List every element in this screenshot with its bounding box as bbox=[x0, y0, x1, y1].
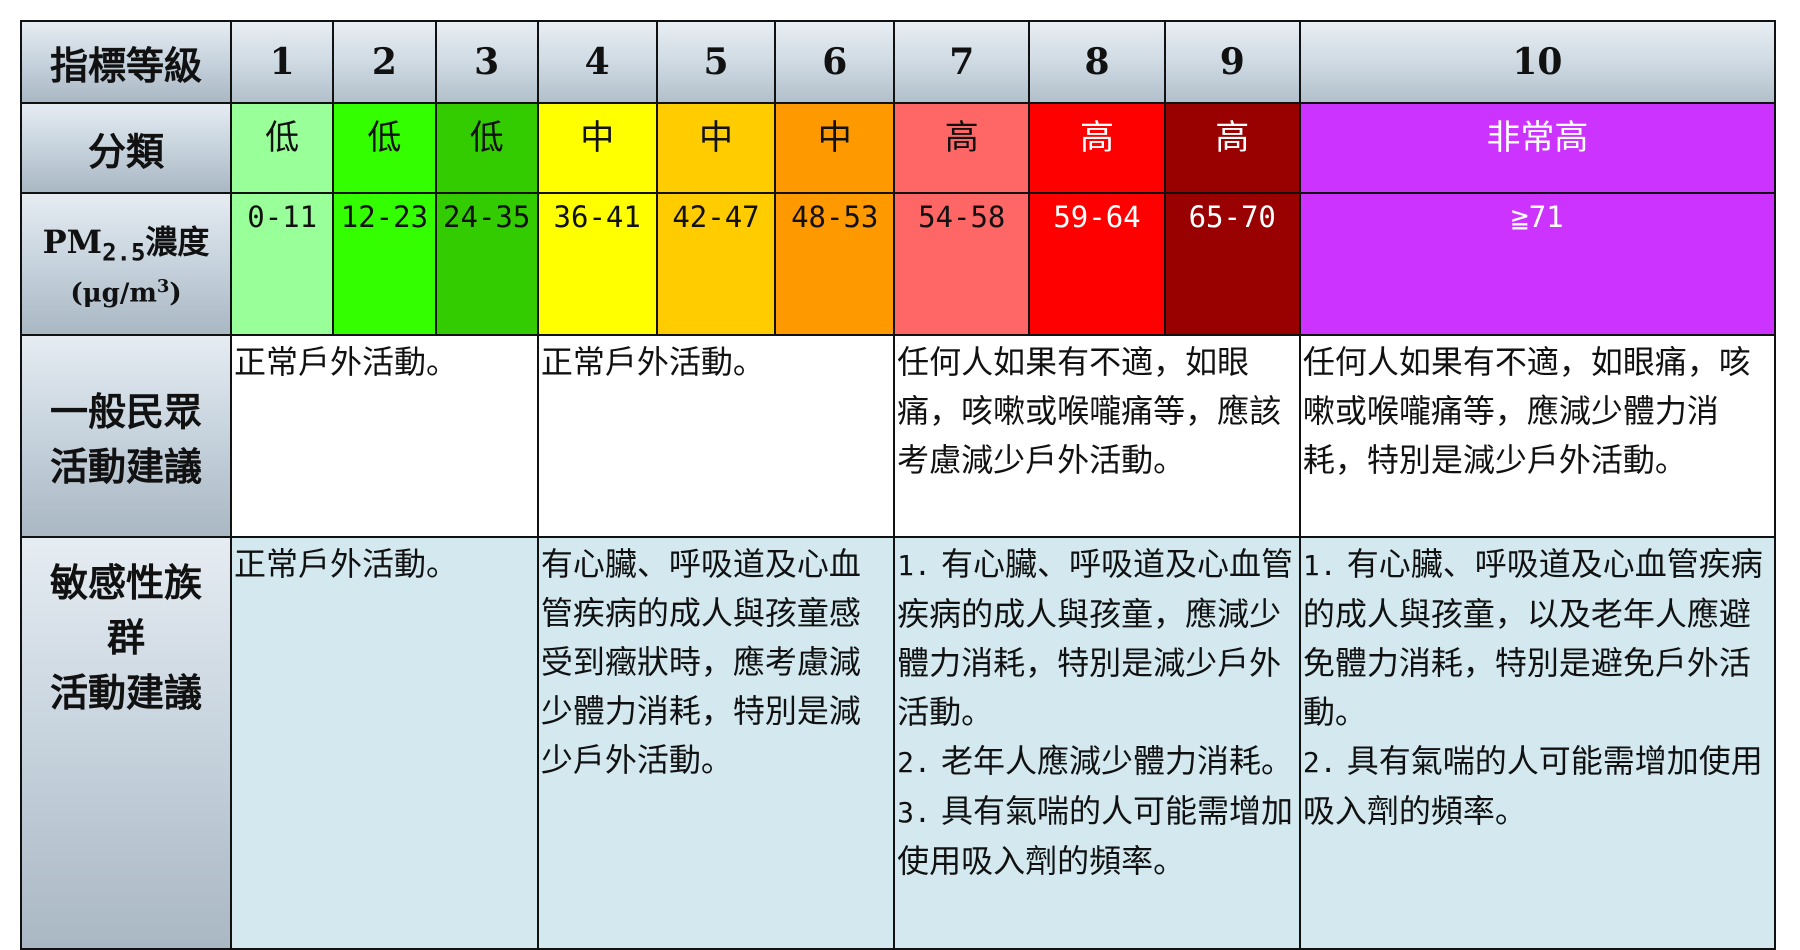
level-header: 指標等級 bbox=[19, 20, 233, 104]
level-number-1: 1 bbox=[230, 20, 335, 104]
category-cell-6: 中 bbox=[774, 102, 896, 194]
sensitive-advice-row: 敏感性族 群 活動建議 正常戶外活動。 有心臟、呼吸道及心血管疾病的成人與孩童感… bbox=[19, 536, 1777, 950]
general-advice-low: 正常戶外活動。 bbox=[230, 334, 539, 538]
pm25-range-4: 36-41 bbox=[536, 192, 658, 336]
category-cell-4: 中 bbox=[536, 102, 658, 194]
pm25-range-8: 59-64 bbox=[1028, 192, 1166, 336]
category-cell-10: 非常高 bbox=[1298, 102, 1777, 194]
sensitive-advice-very-high: 1. 有心臟、呼吸道及心血管疾病的成人與孩童，以及老年人應避免體力消耗，特別是避… bbox=[1298, 536, 1777, 950]
level-number-5: 5 bbox=[655, 20, 777, 104]
general-advice-medium: 正常戶外活動。 bbox=[536, 334, 896, 538]
category-row: 分類 低 低 低 中 中 中 高 高 高 非常高 bbox=[19, 102, 1777, 194]
level-number-6: 6 bbox=[774, 20, 896, 104]
pm25-range-9: 65-70 bbox=[1163, 192, 1301, 336]
pm25-range-5: 42-47 bbox=[655, 192, 777, 336]
pm25-range-2: 12-23 bbox=[332, 192, 437, 336]
category-cell-3: 低 bbox=[434, 102, 539, 194]
pm25-range-10: ≧71 bbox=[1298, 192, 1777, 336]
pm25-range-1: 0-11 bbox=[230, 192, 335, 336]
sensitive-very-high-item: 2. 具有氣喘的人可能需增加使用吸入劑的頻率。 bbox=[1302, 742, 1763, 830]
sensitive-high-item: 2. 老年人應減少體力消耗。 bbox=[897, 742, 1294, 780]
level-number-2: 2 bbox=[332, 20, 437, 104]
sensitive-high-item: 3. 具有氣喘的人可能需增加使用吸入劑的頻率。 bbox=[897, 792, 1294, 880]
category-cell-5: 中 bbox=[655, 102, 777, 194]
level-number-8: 8 bbox=[1028, 20, 1166, 104]
general-advice-header: 一般民眾 活動建議 bbox=[19, 334, 233, 538]
pm25-index-table: 指標等級 1 2 3 4 5 6 7 8 9 10 分類 低 低 低 中 中 中… bbox=[19, 20, 1777, 950]
level-number-7: 7 bbox=[893, 20, 1031, 104]
category-cell-1: 低 bbox=[230, 102, 335, 194]
sensitive-advice-high: 1. 有心臟、呼吸道及心血管疾病的成人與孩童，應減少體力消耗，特別是減少戶外活動… bbox=[893, 536, 1301, 950]
pm25-header: PM2.5濃度 (μg/m3) bbox=[19, 192, 233, 336]
general-advice-very-high: 任何人如果有不適，如眼痛，咳嗽或喉嚨痛等，應減少體力消耗，特別是減少戶外活動。 bbox=[1298, 334, 1777, 538]
category-cell-8: 高 bbox=[1028, 102, 1166, 194]
pm25-unit: (μg/m3) bbox=[70, 275, 182, 309]
pm25-range-6: 48-53 bbox=[774, 192, 896, 336]
category-header: 分類 bbox=[19, 102, 233, 194]
category-cell-7: 高 bbox=[893, 102, 1031, 194]
sensitive-very-high-item: 1. 有心臟、呼吸道及心血管疾病的成人與孩童，以及老年人應避免體力消耗，特別是避… bbox=[1302, 545, 1763, 731]
sensitive-advice-header: 敏感性族 群 活動建議 bbox=[19, 536, 233, 950]
level-number-10: 10 bbox=[1298, 20, 1777, 104]
pm25-range-7: 54-58 bbox=[893, 192, 1031, 336]
level-row: 指標等級 1 2 3 4 5 6 7 8 9 10 bbox=[19, 20, 1777, 104]
category-cell-9: 高 bbox=[1163, 102, 1301, 194]
sensitive-advice-medium: 有心臟、呼吸道及心血管疾病的成人與孩童感受到癥狀時，應考慮減少體力消耗，特別是減… bbox=[536, 536, 896, 950]
level-number-3: 3 bbox=[434, 20, 539, 104]
pm25-range-3: 24-35 bbox=[434, 192, 539, 336]
pm25-label: PM2.5濃度 bbox=[42, 223, 210, 267]
level-number-9: 9 bbox=[1163, 20, 1301, 104]
general-advice-row: 一般民眾 活動建議 正常戶外活動。 正常戶外活動。 任何人如果有不適，如眼痛，咳… bbox=[19, 334, 1777, 538]
sensitive-advice-low: 正常戶外活動。 bbox=[230, 536, 539, 950]
sensitive-high-item: 1. 有心臟、呼吸道及心血管疾病的成人與孩童，應減少體力消耗，特別是減少戶外活動… bbox=[897, 545, 1294, 731]
pm25-row: PM2.5濃度 (μg/m3) 0-11 12-23 24-35 36-41 4… bbox=[19, 192, 1777, 336]
general-advice-high: 任何人如果有不適，如眼痛，咳嗽或喉嚨痛等，應該考慮減少戶外活動。 bbox=[893, 334, 1301, 538]
level-number-4: 4 bbox=[536, 20, 658, 104]
category-cell-2: 低 bbox=[332, 102, 437, 194]
